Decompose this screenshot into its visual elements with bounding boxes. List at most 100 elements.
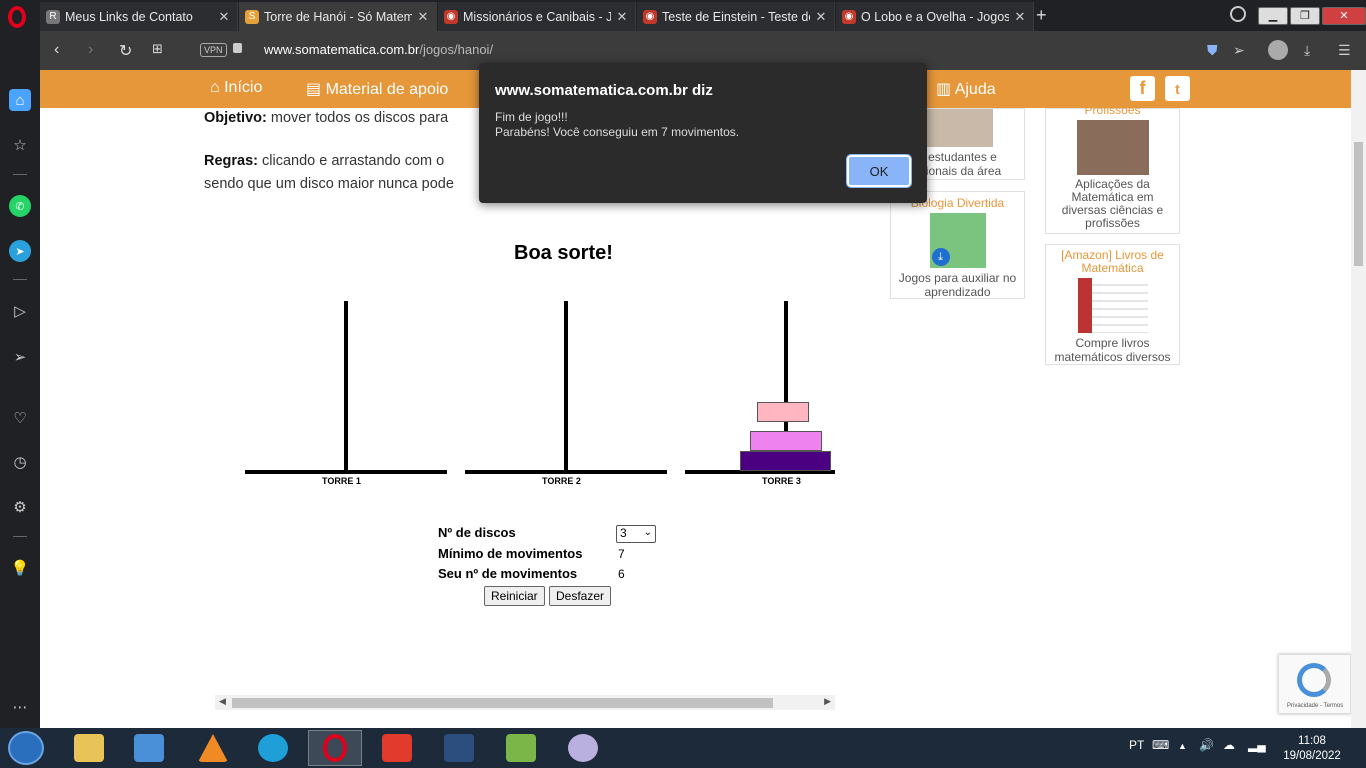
download-icon: ⤓ <box>931 248 950 266</box>
lock-icon[interactable] <box>233 43 242 53</box>
url-field[interactable]: www.somatematica.com.br/jogos/hanoi/ <box>264 42 493 57</box>
tab-title: Torre de Hanói - Só Matem <box>264 9 412 24</box>
explorer-taskbar-icon[interactable] <box>62 730 116 766</box>
twitter-icon[interactable]: t <box>1165 76 1190 101</box>
start-button[interactable] <box>8 731 44 765</box>
tower-2-base[interactable] <box>465 470 667 474</box>
ok-button[interactable]: OK <box>846 154 912 188</box>
maximize-button[interactable]: ❐ <box>1290 6 1320 25</box>
num-disks-select[interactable]: 3 ⌄ <box>616 525 656 543</box>
home-icon[interactable]: ⌂ <box>9 89 31 111</box>
nav-ajuda[interactable]: ▥ Ajuda <box>936 79 996 99</box>
anydesk-taskbar-icon[interactable] <box>370 730 424 766</box>
close-icon[interactable]: ✕ <box>1013 9 1027 25</box>
recaptcha-badge[interactable]: Privacidade - Termos <box>1278 654 1351 714</box>
nav-material-de-apoio[interactable]: ▤ Material de apoio <box>306 79 448 99</box>
share-icon[interactable]: ➢ <box>1233 42 1245 59</box>
windows-taskbar: PT ⌨ ▲ 🔊 ☁ ▂▄ 11:08 19/08/2022 <box>0 728 1366 768</box>
history-icon[interactable]: ◷ <box>9 451 31 473</box>
opera-logo-icon[interactable] <box>8 6 26 28</box>
tab-einstein[interactable]: ◉ Teste de Einstein - Teste de ✕ <box>637 2 835 31</box>
close-window-button[interactable]: ✕ <box>1322 6 1366 25</box>
language-indicator[interactable]: PT <box>1129 738 1144 752</box>
profile-avatar-icon[interactable] <box>1268 40 1288 60</box>
tab-favicon-icon: ◉ <box>444 9 458 24</box>
side-card-profissoes[interactable]: Profissões Aplicações da Matemática em d… <box>1045 103 1180 234</box>
volume-icon[interactable]: 🔊 <box>1199 738 1214 752</box>
network-signal-icon[interactable]: ▂▄ <box>1248 738 1266 752</box>
send-icon[interactable]: ➢ <box>9 346 31 368</box>
tab-torre-de-hanoi[interactable]: S Torre de Hanói - Só Matem ✕ <box>239 2 437 31</box>
horizontal-scrollbar[interactable]: ◀ ▶ <box>215 695 835 710</box>
whatsapp-icon[interactable]: ✆ <box>9 195 31 217</box>
keyboard-icon[interactable]: ⌨ <box>1152 738 1169 752</box>
clock[interactable]: 11:08 19/08/2022 <box>1282 734 1342 764</box>
scrollbar-thumb[interactable] <box>232 698 773 708</box>
download-icon[interactable]: ⤓ <box>1304 42 1310 59</box>
tab-missionarios[interactable]: ◉ Missionários e Canibais - Jo ✕ <box>438 2 636 31</box>
disk-small[interactable] <box>757 402 809 422</box>
reload-icon[interactable]: ↻ <box>119 41 132 61</box>
player-icon[interactable]: ▷ <box>9 300 31 322</box>
paint-taskbar-icon[interactable] <box>556 730 610 766</box>
more-options-icon[interactable]: ⋯ <box>9 696 31 718</box>
forward-arrow-icon[interactable]: › <box>88 41 93 59</box>
card-image: ⤓ <box>929 213 986 268</box>
side-card-biologia[interactable]: Biologia Divertida ⤓ Jogos para auxiliar… <box>890 191 1025 299</box>
vpn-badge[interactable]: VPN <box>200 43 227 57</box>
tower-1-base[interactable] <box>245 470 447 474</box>
close-icon[interactable]: ✕ <box>615 9 629 25</box>
tab-title: Teste de Einstein - Teste de <box>662 9 810 24</box>
search-icon[interactable] <box>1230 6 1246 22</box>
edge-taskbar-icon[interactable] <box>246 730 300 766</box>
side-card-amazon[interactable]: [Amazon] Livros de Matemática Compre liv… <box>1045 244 1180 365</box>
lightbulb-icon[interactable]: 💡 <box>9 557 31 579</box>
heart-icon[interactable]: ♡ <box>9 407 31 429</box>
tab-favicon-icon: R <box>46 9 60 24</box>
opera-taskbar-icon[interactable] <box>308 730 362 766</box>
tower-1-pole[interactable] <box>344 301 348 473</box>
num-disks-label: Nº de discos <box>438 525 516 540</box>
notepad-plus-taskbar-icon[interactable] <box>494 730 548 766</box>
vlc-taskbar-icon[interactable] <box>186 730 240 766</box>
settings-gear-icon[interactable]: ⚙ <box>9 496 31 518</box>
tray-expand-icon[interactable]: ▲ <box>1178 741 1187 751</box>
disk-medium[interactable] <box>750 431 822 451</box>
tab-meus-links[interactable]: R Meus Links de Contato ✕ <box>40 2 238 31</box>
scrollbar-thumb[interactable] <box>1354 142 1363 266</box>
scroll-right-icon[interactable]: ▶ <box>824 696 831 707</box>
disk-large[interactable] <box>740 451 831 471</box>
close-icon[interactable]: ✕ <box>416 9 430 25</box>
bookmarks-icon[interactable]: ☆ <box>9 134 31 156</box>
tab-favicon-icon: ◉ <box>643 9 657 24</box>
cloud-icon[interactable]: ☁ <box>1223 738 1235 752</box>
scroll-left-icon[interactable]: ◀ <box>219 696 226 707</box>
min-moves-label: Mínimo de movimentos <box>438 546 583 561</box>
tabs-grid-icon[interactable]: ⊞ <box>152 41 163 57</box>
tab-lobo-ovelha[interactable]: ◉ O Lobo e a Ovelha - Jogos ✕ <box>836 2 1034 31</box>
chevron-down-icon: ⌄ <box>643 527 652 538</box>
recaptcha-icon <box>1297 663 1331 697</box>
tower-2-label: TORRE 2 <box>542 476 581 486</box>
close-icon[interactable]: ✕ <box>814 9 828 25</box>
vertical-scrollbar[interactable] <box>1351 70 1366 728</box>
shield-icon[interactable]: ⛊ <box>1207 42 1218 59</box>
restart-button[interactable]: Reiniciar <box>484 586 545 606</box>
facebook-icon[interactable]: f <box>1130 76 1155 101</box>
nav-inicio[interactable]: ⌂ Início <box>210 79 262 97</box>
new-tab-button[interactable]: + <box>1036 5 1047 26</box>
minimize-button[interactable]: ▁ <box>1258 6 1288 25</box>
tower-1-label: TORRE 1 <box>322 476 361 486</box>
tower-2-pole[interactable] <box>564 301 568 473</box>
back-arrow-icon[interactable]: ‹ <box>54 41 59 59</box>
undo-button[interactable]: Desfazer <box>549 586 612 606</box>
telegram-icon[interactable]: ➤ <box>9 240 31 262</box>
easy-setup-menu-icon[interactable]: ☰ <box>1338 42 1351 59</box>
media-player-taskbar-icon[interactable] <box>122 730 176 766</box>
devcpp-taskbar-icon[interactable] <box>432 730 486 766</box>
close-icon[interactable]: ✕ <box>217 9 231 25</box>
window-controls: ▁ ❐ ✕ <box>1256 0 1366 31</box>
tab-title: Missionários e Canibais - Jo <box>463 9 611 24</box>
card-image <box>1076 120 1149 175</box>
objective-text: Objetivo: mover todos os discos para <box>204 110 449 126</box>
